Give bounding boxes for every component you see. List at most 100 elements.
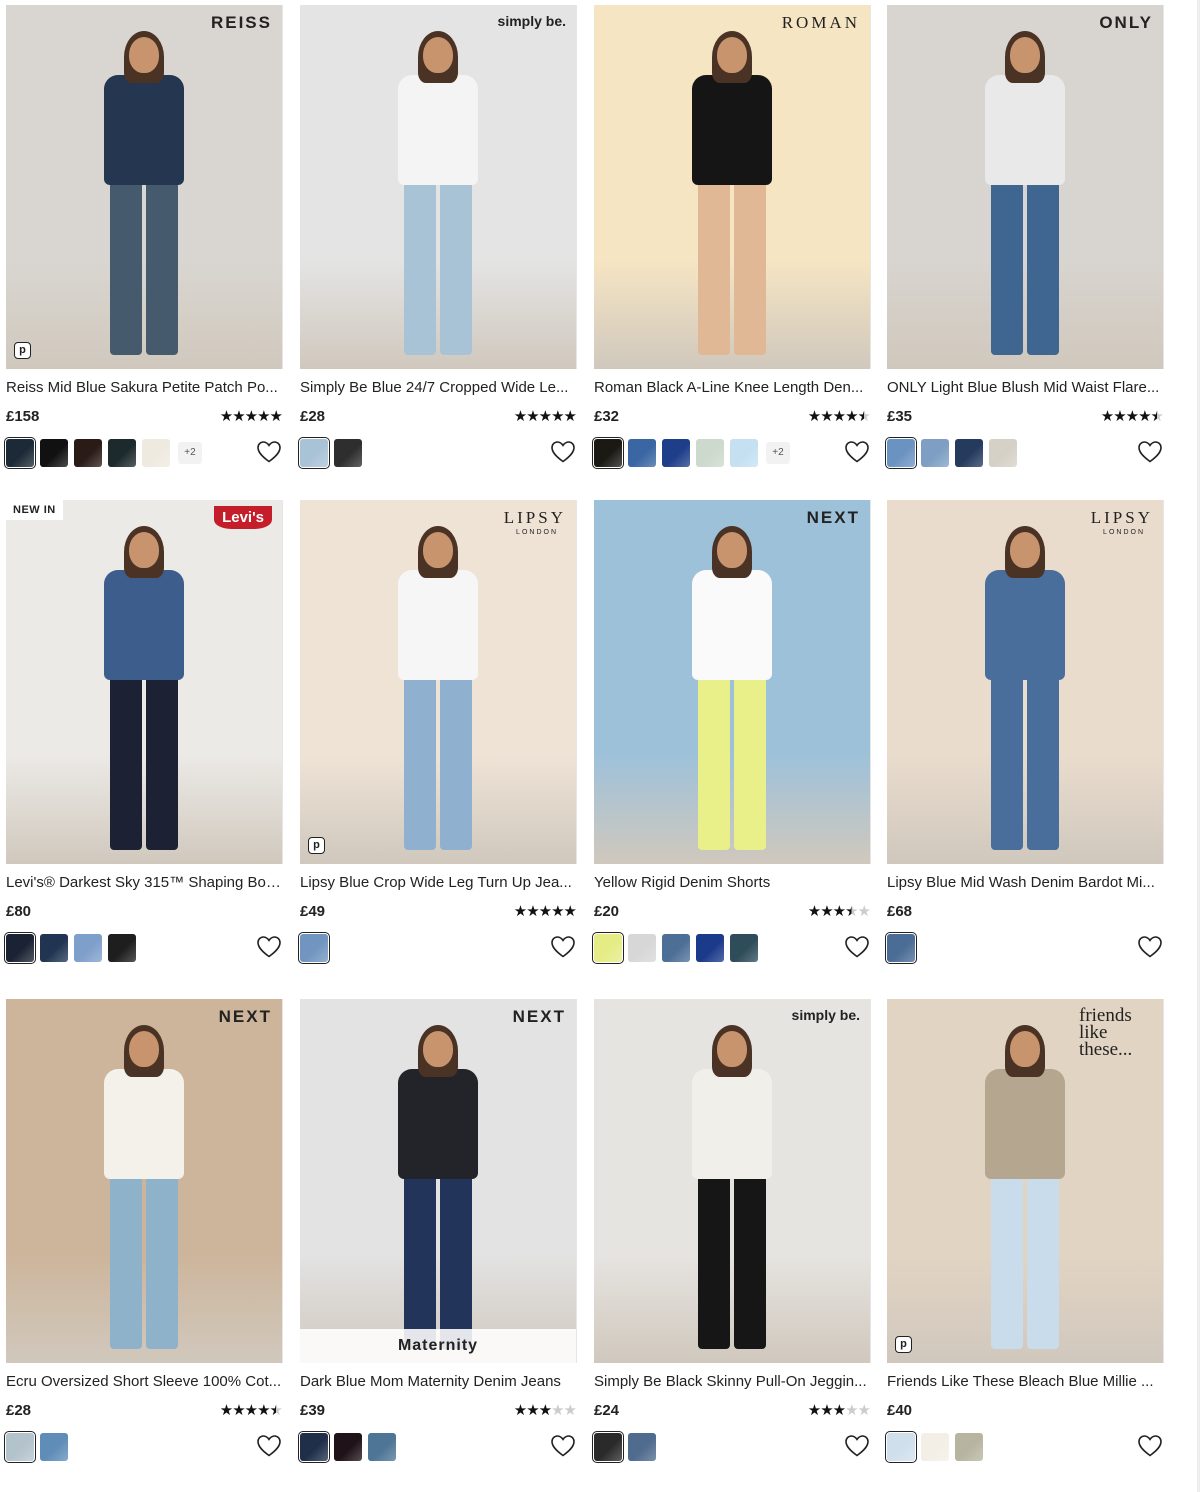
colour-swatch[interactable]: [40, 934, 68, 962]
product-image[interactable]: friends like these... p: [887, 999, 1164, 1363]
colour-swatch[interactable]: [696, 439, 724, 467]
colour-swatch[interactable]: [628, 1433, 656, 1461]
favourite-heart-icon[interactable]: [550, 935, 576, 959]
product-image[interactable]: simply be.: [594, 999, 871, 1363]
model-head: [1010, 37, 1040, 73]
favourite-heart-icon[interactable]: [256, 935, 282, 959]
product-image[interactable]: LIPSY LONDON p: [300, 500, 577, 864]
favourite-heart-icon[interactable]: [844, 440, 870, 464]
product-image[interactable]: ROMAN: [594, 5, 871, 369]
favourite-heart-icon[interactable]: [844, 935, 870, 959]
product-card[interactable]: ROMAN Roman Black A-Line Knee Length Den.…: [592, 5, 871, 469]
colour-swatch[interactable]: [885, 1431, 917, 1463]
product-card[interactable]: ONLY ONLY Light Blue Blush Mid Waist Flar…: [885, 5, 1164, 469]
colour-swatch[interactable]: [298, 932, 330, 964]
colour-swatch[interactable]: [885, 932, 917, 964]
favourite-heart-icon[interactable]: [256, 440, 282, 464]
product-card[interactable]: LIPSY LONDON Lipsy Blue Mid Wash Denim Bar…: [885, 500, 1164, 964]
product-card[interactable]: friends like these... p Friends Like These…: [885, 999, 1164, 1463]
colour-swatch[interactable]: [40, 439, 68, 467]
product-price: £28: [6, 1401, 32, 1419]
product-title[interactable]: Roman Black A-Line Knee Length Den...: [594, 379, 870, 396]
product-card[interactable]: simply be. Simply Be Black Skinny Pull-On…: [592, 999, 871, 1463]
favourite-heart-icon[interactable]: [550, 440, 576, 464]
product-card[interactable]: NEXT Yellow Rigid Denim Shorts £20 ★★★★★: [592, 500, 871, 964]
product-title[interactable]: Ecru Oversized Short Sleeve 100% Cot...: [6, 1373, 282, 1390]
colour-swatch[interactable]: [628, 439, 656, 467]
product-card[interactable]: REISS p Reiss Mid Blue Sakura Petite Patch…: [4, 5, 283, 469]
colour-swatch[interactable]: [4, 1431, 36, 1463]
star-icon: ★: [807, 408, 821, 425]
product-title[interactable]: Reiss Mid Blue Sakura Petite Patch Po...: [6, 379, 282, 396]
model-leg: [1027, 175, 1059, 355]
colour-swatch[interactable]: [628, 934, 656, 962]
colour-swatch[interactable]: [108, 934, 136, 962]
colour-swatch[interactable]: [74, 934, 102, 962]
favourite-heart-icon[interactable]: [1137, 440, 1163, 464]
product-image[interactable]: Levi's NEW IN: [6, 500, 283, 864]
colour-swatch[interactable]: [885, 437, 917, 469]
product-title[interactable]: ONLY Light Blue Blush Mid Waist Flare...: [887, 379, 1163, 396]
colour-swatch[interactable]: [592, 437, 624, 469]
colour-swatch[interactable]: [730, 439, 758, 467]
product-image[interactable]: NEXT Maternity: [300, 999, 577, 1363]
product-image[interactable]: NEXT: [594, 500, 871, 864]
colour-swatch[interactable]: [662, 934, 690, 962]
favourite-heart-icon[interactable]: [1137, 935, 1163, 959]
colour-swatch[interactable]: [334, 1433, 362, 1461]
star-icon: ★: [257, 408, 270, 425]
product-title[interactable]: Friends Like These Bleach Blue Millie ..…: [887, 1373, 1163, 1390]
product-card[interactable]: NEXT Maternity Dark Blue Mom Maternity Den…: [298, 999, 577, 1463]
brand-logo: REISS: [210, 13, 272, 32]
colour-swatch[interactable]: [696, 934, 724, 962]
model-head: [717, 37, 747, 73]
product-title[interactable]: Simply Be Blue 24/7 Cropped Wide Le...: [300, 379, 576, 396]
product-image[interactable]: NEXT: [6, 999, 283, 1363]
product-image[interactable]: simply be.: [300, 5, 577, 369]
colour-swatch[interactable]: [298, 1431, 330, 1463]
product-image[interactable]: REISS p: [6, 5, 283, 369]
more-colours-indicator[interactable]: +2: [178, 442, 202, 464]
colour-swatch[interactable]: [4, 932, 36, 964]
model-leg: [991, 670, 1023, 850]
product-card[interactable]: Levi's NEW IN Levi's® Darkest Sky 315™ Sha…: [4, 500, 283, 964]
product-title[interactable]: Lipsy Blue Mid Wash Denim Bardot Mi...: [887, 874, 1163, 891]
colour-swatch[interactable]: [334, 439, 362, 467]
colour-swatch[interactable]: [989, 439, 1017, 467]
product-title[interactable]: Yellow Rigid Denim Shorts: [594, 874, 870, 891]
product-card[interactable]: LIPSY LONDON p Lipsy Blue Crop Wide Leg Tur…: [298, 500, 577, 964]
colour-swatch[interactable]: [592, 932, 624, 964]
favourite-heart-icon[interactable]: [1137, 1434, 1163, 1458]
product-title[interactable]: Dark Blue Mom Maternity Denim Jeans: [300, 1373, 576, 1390]
star-icon: ★: [563, 1402, 577, 1419]
product-image[interactable]: LIPSY LONDON: [887, 500, 1164, 864]
product-card[interactable]: simply be. Simply Be Blue 24/7 Cropped Wi…: [298, 5, 577, 469]
product-card[interactable]: NEXT Ecru Oversized Short Sleeve 100% Cot…: [4, 999, 283, 1463]
star-icon: ★: [232, 408, 245, 425]
product-title[interactable]: Levi's® Darkest Sky 315™ Shaping Boo...: [6, 874, 282, 891]
colour-swatch[interactable]: [955, 1433, 983, 1461]
colour-swatch[interactable]: [4, 437, 36, 469]
colour-swatch[interactable]: [368, 1433, 396, 1461]
colour-swatch[interactable]: [921, 1433, 949, 1461]
colour-swatch[interactable]: [40, 1433, 68, 1461]
favourite-heart-icon[interactable]: [256, 1434, 282, 1458]
more-colours-indicator[interactable]: +2: [766, 442, 790, 464]
product-title[interactable]: Simply Be Black Skinny Pull-On Jeggin...: [594, 1373, 870, 1390]
new-in-badge: NEW IN: [6, 500, 63, 520]
colour-swatch[interactable]: [298, 437, 330, 469]
product-image[interactable]: ONLY: [887, 5, 1164, 369]
colour-swatch[interactable]: [592, 1431, 624, 1463]
star-icon: ★: [820, 903, 833, 920]
colour-swatch[interactable]: [730, 934, 758, 962]
colour-swatch[interactable]: [921, 439, 949, 467]
favourite-heart-icon[interactable]: [550, 1434, 576, 1458]
colour-swatch[interactable]: [662, 439, 690, 467]
colour-swatches: [885, 437, 1163, 469]
product-title[interactable]: Lipsy Blue Crop Wide Leg Turn Up Jea...: [300, 874, 576, 891]
favourite-heart-icon[interactable]: [844, 1434, 870, 1458]
colour-swatch[interactable]: [142, 439, 170, 467]
colour-swatch[interactable]: [74, 439, 102, 467]
colour-swatch[interactable]: [955, 439, 983, 467]
colour-swatch[interactable]: [108, 439, 136, 467]
